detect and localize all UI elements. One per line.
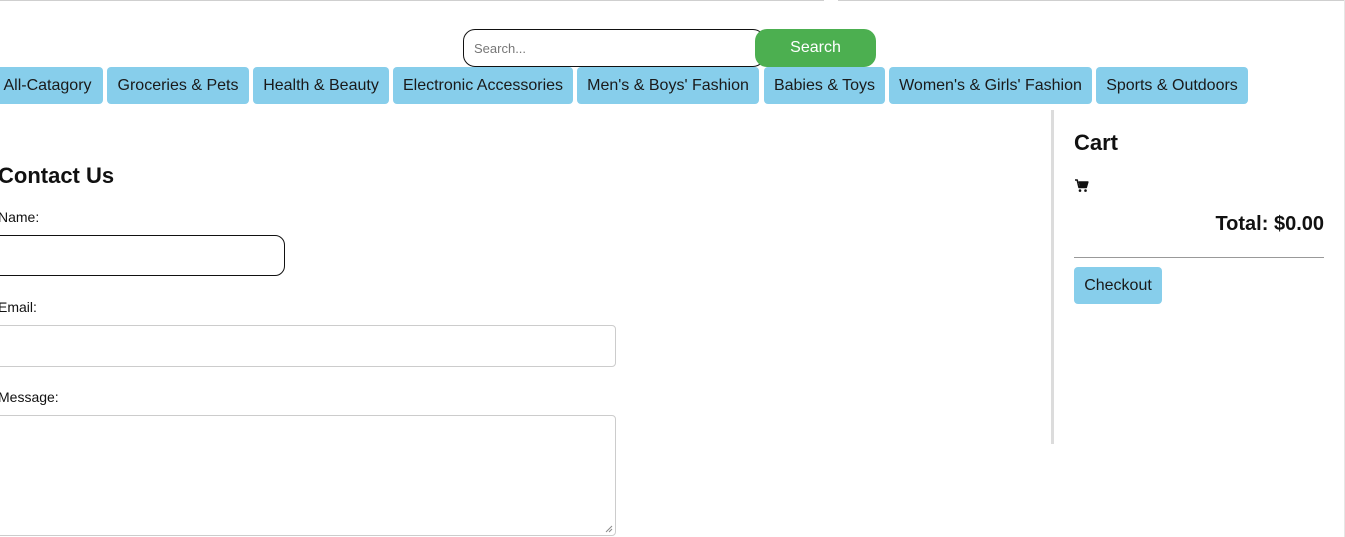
category-health-beauty[interactable]: Health & Beauty: [253, 67, 389, 104]
cart-total: Total: $0.00: [1215, 213, 1324, 235]
search-button[interactable]: Search: [755, 29, 876, 67]
name-field[interactable]: [0, 235, 285, 276]
name-label: Name:: [0, 209, 40, 225]
message-field[interactable]: [0, 415, 616, 536]
message-label: Message:: [0, 389, 59, 405]
checkout-button[interactable]: Checkout: [1074, 267, 1162, 304]
page-title: Contact Us: [0, 163, 115, 188]
top-divider-left: [0, 0, 824, 1]
search-input[interactable]: [463, 29, 765, 67]
category-womens-girls-fashion[interactable]: Women's & Girls' Fashion: [889, 67, 1092, 104]
resize-grip-icon[interactable]: [605, 525, 613, 533]
category-sports-outdoors[interactable]: Sports & Outdoors: [1096, 67, 1248, 104]
cart-title: Cart: [1074, 130, 1119, 155]
cart-icon: [1075, 179, 1089, 192]
cart-separator: [1074, 257, 1324, 258]
category-mens-boys-fashion[interactable]: Men's & Boys' Fashion: [577, 67, 759, 104]
email-field[interactable]: [0, 325, 616, 367]
category-babies-toys[interactable]: Babies & Toys: [764, 67, 885, 104]
category-electronic-accessories[interactable]: Electronic Accessories: [393, 67, 573, 104]
category-all[interactable]: All-Catagory: [0, 67, 103, 104]
category-groceries-pets[interactable]: Groceries & Pets: [107, 67, 249, 104]
email-label: Email:: [0, 299, 37, 315]
cart-divider: [1051, 110, 1054, 444]
top-divider-right: [838, 0, 1345, 1]
